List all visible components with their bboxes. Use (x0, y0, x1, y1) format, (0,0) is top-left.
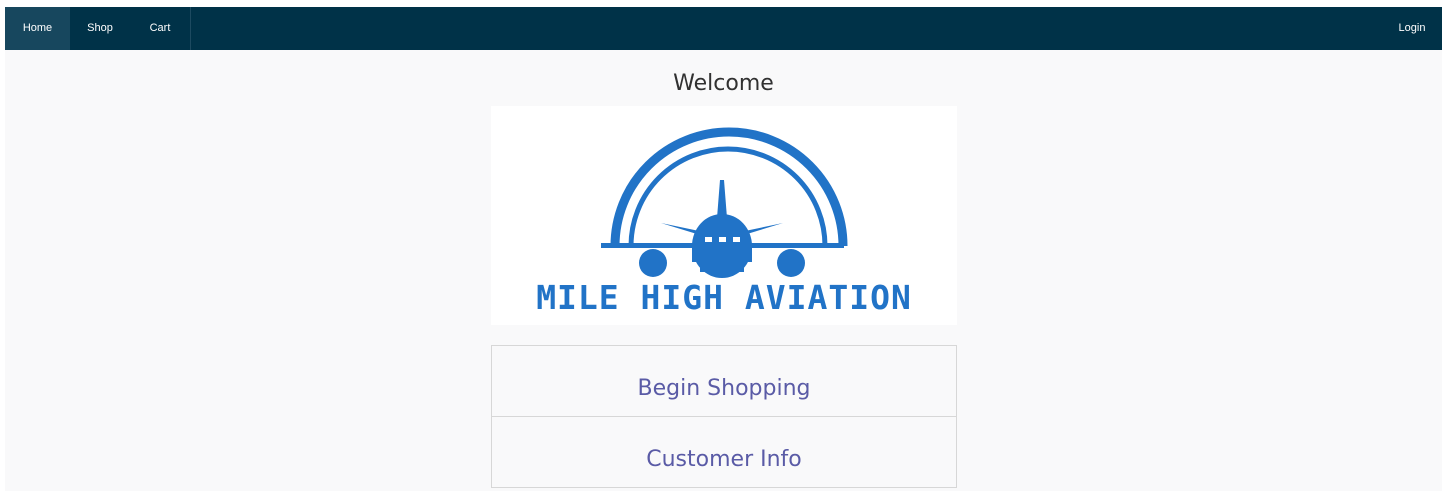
begin-shopping-button[interactable]: Begin Shopping (492, 346, 956, 416)
nav-cart[interactable]: Cart (130, 7, 191, 50)
main-menu: Begin Shopping Customer Info (491, 345, 957, 488)
nav-home[interactable]: Home (5, 7, 70, 50)
app-frame: Home Shop Cart Login Welcome MILE HIGH A… (5, 7, 1442, 491)
top-navbar: Home Shop Cart Login (5, 7, 1442, 50)
nav-login[interactable]: Login (1382, 7, 1442, 50)
company-logo: MILE HIGH AVIATION (491, 106, 957, 325)
logo-text: MILE HIGH AVIATION (536, 278, 912, 317)
nav-shop[interactable]: Shop (70, 7, 130, 50)
page-title: Welcome (673, 71, 774, 96)
customer-info-button[interactable]: Customer Info (492, 416, 956, 487)
